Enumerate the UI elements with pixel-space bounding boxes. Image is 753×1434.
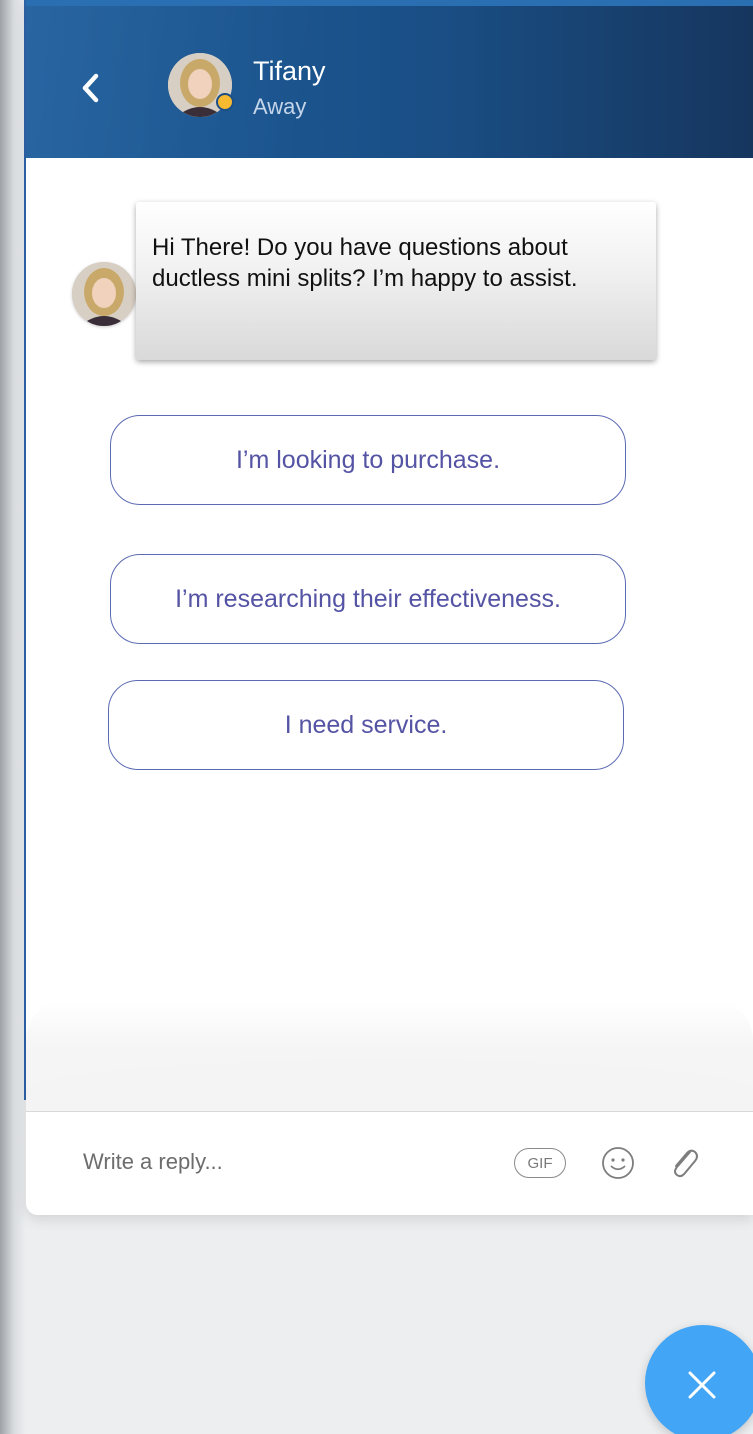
gif-button[interactable]: GIF (514, 1148, 566, 1178)
agent-avatar (168, 53, 234, 117)
message-avatar (72, 262, 136, 326)
option-research-button[interactable]: I’m researching their effectiveness. (110, 554, 626, 644)
page: Tifany Away Hi There! Do you have questi… (0, 0, 753, 1434)
paperclip-icon (674, 1149, 698, 1178)
attach-button[interactable] (666, 1142, 702, 1184)
reply-input[interactable] (81, 1136, 445, 1188)
chat-header: Tifany Away (26, 0, 753, 158)
emoji-button[interactable] (600, 1145, 636, 1181)
message-bubble: Hi There! Do you have questions about du… (136, 202, 656, 360)
composer-fade-curve (26, 1060, 753, 1115)
smiley-icon (602, 1147, 634, 1179)
option-purchase-button[interactable]: I’m looking to purchase. (110, 415, 626, 505)
agent-status: Away (253, 94, 307, 119)
close-chat-button[interactable] (645, 1325, 753, 1434)
option-service-button[interactable]: I need service. (108, 680, 624, 770)
agent-name: Tifany (253, 56, 326, 86)
chat-window: Tifany Away Hi There! Do you have questi… (26, 0, 753, 1215)
close-icon (688, 1371, 716, 1399)
status-indicator (216, 93, 234, 111)
reply-composer: GIF (26, 1111, 753, 1215)
chevron-left-icon (82, 73, 99, 103)
back-button[interactable] (76, 68, 106, 108)
